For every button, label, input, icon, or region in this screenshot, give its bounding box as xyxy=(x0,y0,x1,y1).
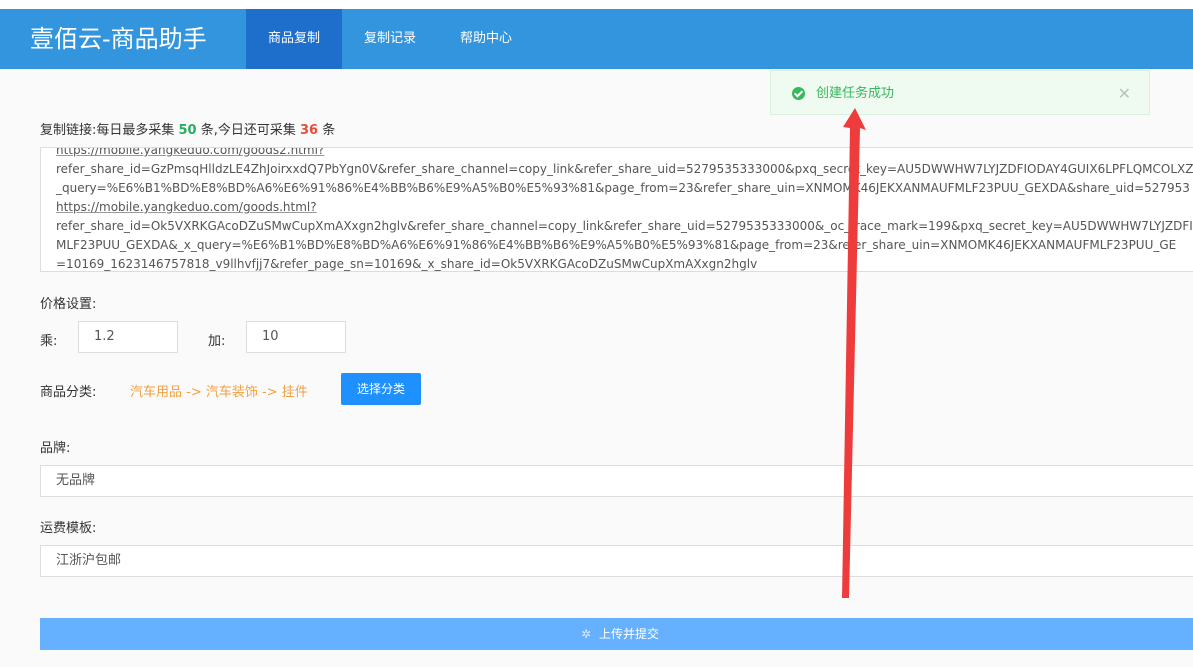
app-title: 壹佰云-商品助手 xyxy=(30,25,207,53)
link-line: refer_share_id=Ok5VXRKGAcoDZuSMwCupXmAXx… xyxy=(56,219,1193,233)
success-toast: 创建任务成功 ✕ xyxy=(770,70,1150,115)
main-content: 复制链接:每日最多采集 50 条,今日还可采集 36 条 https://mob… xyxy=(0,69,1193,667)
copy-quota-text: 复制链接:每日最多采集 50 条,今日还可采集 36 条 xyxy=(40,119,335,138)
brand-label: 品牌: xyxy=(40,441,71,456)
quota-prefix: 复制链接:每日最多采集 xyxy=(40,123,179,138)
nav-tab-copy-goods[interactable]: 商品复制 xyxy=(246,9,342,69)
close-icon[interactable]: ✕ xyxy=(1118,71,1131,116)
nav-tab-help-center[interactable]: 帮助中心 xyxy=(438,9,534,69)
shipping-template-select[interactable]: 江浙沪包邮 xyxy=(40,545,1193,577)
add-label: 加: xyxy=(208,334,226,349)
link-line: =10169_1623146757818_v9llhvfjj7&refer_pa… xyxy=(56,257,758,271)
multiply-input[interactable]: 1.2 xyxy=(78,321,178,353)
link-line: _query=%E6%B1%BD%E8%BD%A6%E6%91%86%E4%BB… xyxy=(56,181,1190,195)
select-category-button[interactable]: 选择分类 xyxy=(341,373,421,405)
upload-submit-button[interactable]: ✲ 上传并提交 xyxy=(40,618,1193,650)
link-line: https://mobile.yangkeduo.com/goods.html? xyxy=(56,200,317,214)
price-settings-label: 价格设置: xyxy=(40,297,97,312)
success-check-icon xyxy=(792,87,805,100)
multiply-label: 乘: xyxy=(40,334,58,349)
link-line: MLF23PUU_GEXDA&_x_query=%E6%B1%BD%E8%BD%… xyxy=(56,238,1177,252)
category-path: 汽车用品 -> 汽车装饰 -> 挂件 xyxy=(130,385,308,400)
quota-remaining-count: 36 xyxy=(300,123,319,138)
quota-middle: 条,今日还可采集 xyxy=(196,123,301,138)
quota-suffix: 条 xyxy=(318,123,336,138)
shipping-template-label: 运费模板: xyxy=(40,521,97,536)
add-input[interactable]: 10 xyxy=(246,321,346,353)
loading-spinner-icon: ✲ xyxy=(580,627,592,641)
top-strip xyxy=(0,0,1193,9)
link-line: https://mobile.yangkeduo.com/goods2.html… xyxy=(56,147,325,157)
category-label: 商品分类: xyxy=(40,385,97,400)
nav-tab-copy-records[interactable]: 复制记录 xyxy=(342,9,438,69)
app-header: 壹佰云-商品助手 商品复制 复制记录 帮助中心 xyxy=(0,9,1193,69)
toast-message: 创建任务成功 xyxy=(816,86,895,101)
quota-max-count: 50 xyxy=(178,123,197,138)
copy-links-textarea[interactable]: https://mobile.yangkeduo.com/goods2.html… xyxy=(40,147,1193,272)
link-line: refer_share_id=GzPmsqHlldzLE4ZhJoirxxdQ7… xyxy=(56,162,1193,176)
submit-button-label: 上传并提交 xyxy=(599,627,660,641)
brand-select[interactable]: 无品牌 xyxy=(40,465,1193,497)
